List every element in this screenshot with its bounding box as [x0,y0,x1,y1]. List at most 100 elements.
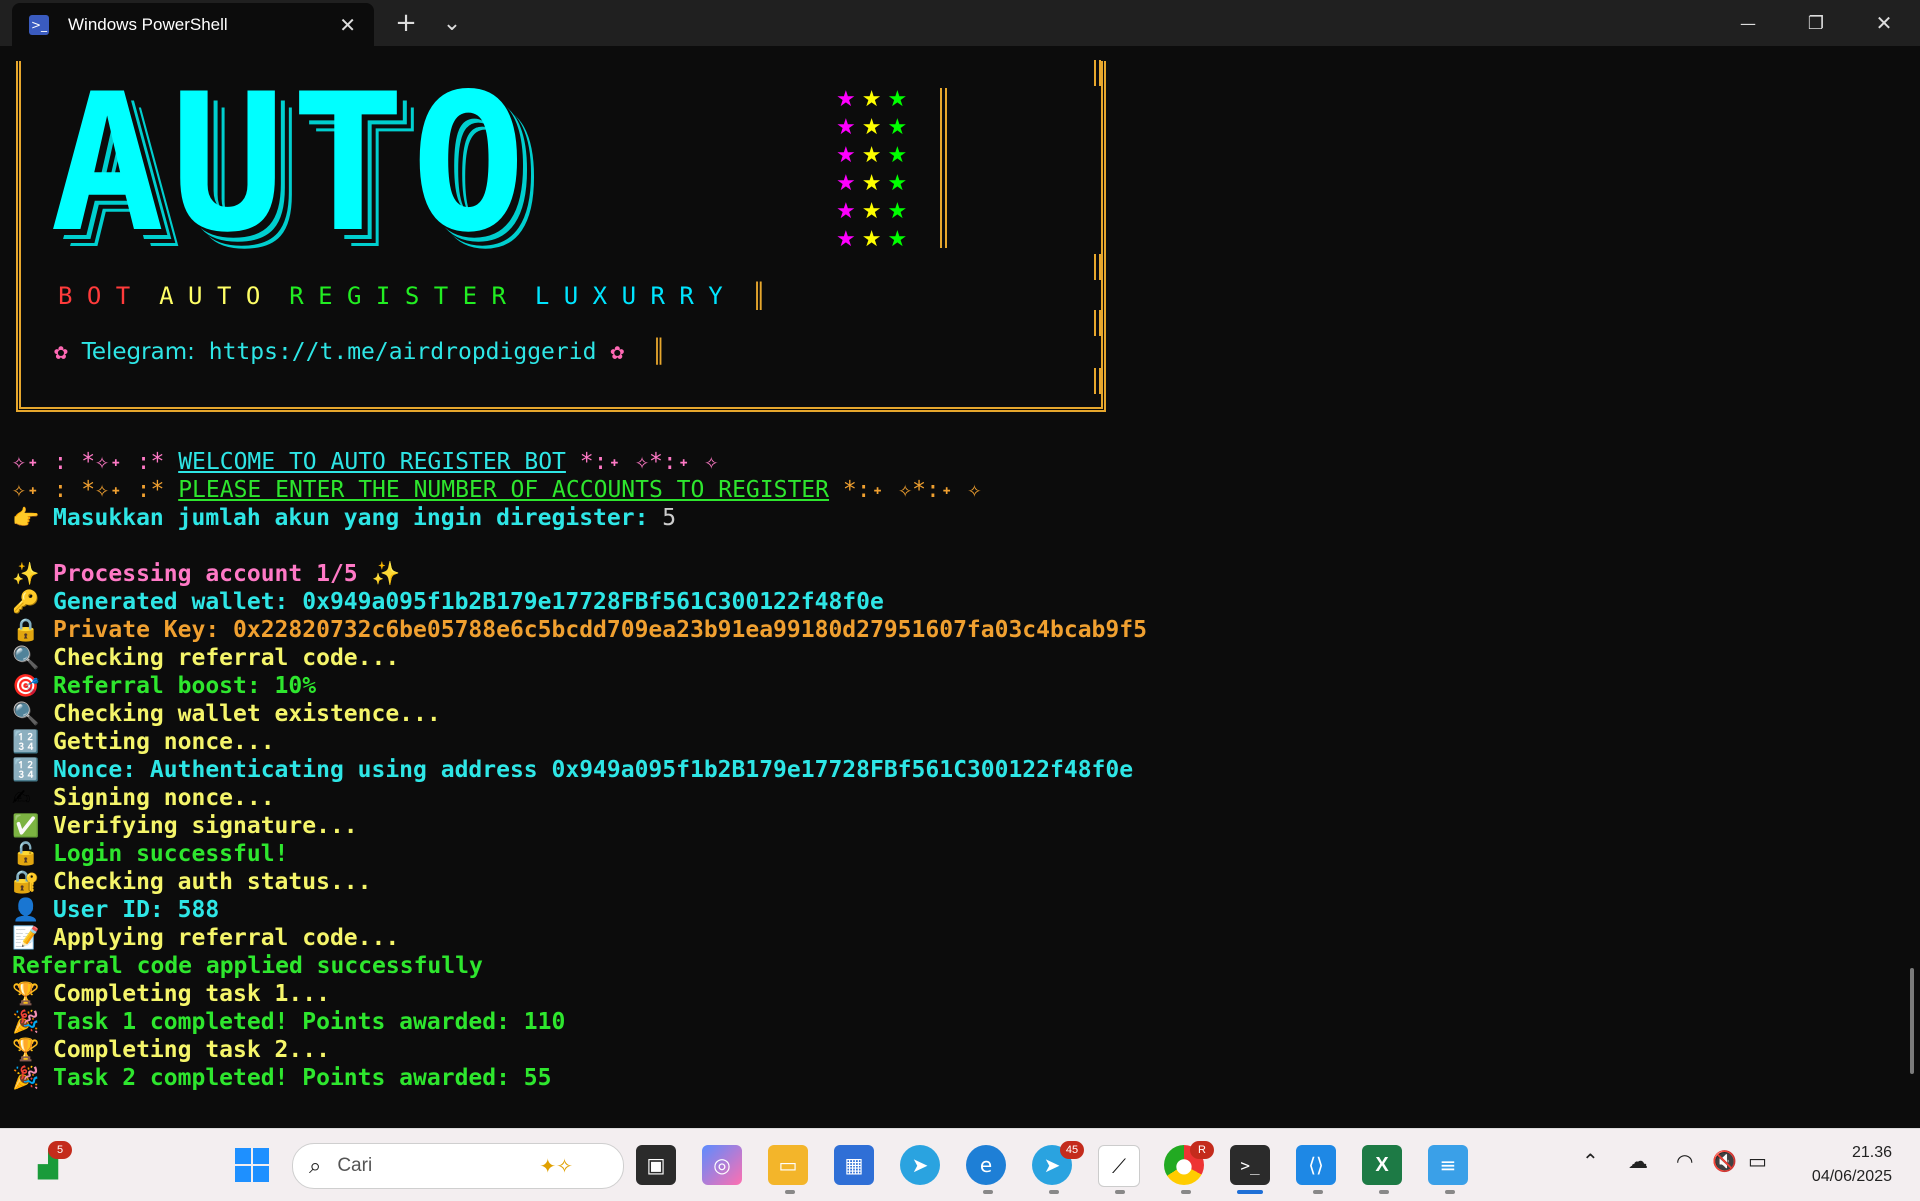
minimize-button[interactable]: — [1720,0,1776,46]
terminal-icon[interactable]: >_ [1230,1145,1270,1185]
excel-icon[interactable]: X [1362,1145,1402,1185]
banner-bar [1094,310,1101,336]
edge-icon[interactable]: e [966,1145,1006,1185]
task-view-icon[interactable]: ▣ [636,1145,676,1185]
store-icon[interactable]: ▦ [834,1145,874,1185]
clock-time: 21.36 [1851,1144,1892,1161]
copilot-sparkle-icon: ✦✧ [539,1154,573,1178]
new-tab-button[interactable]: + [386,0,426,46]
log-icon: 🎉 [12,1010,40,1035]
running-indicator [983,1190,993,1194]
star-row: ★★★ [836,86,913,114]
log-line: 🎯 Referral boost: 10% [12,672,316,700]
log-text: Applying referral code... [53,925,400,951]
star-icon: ★ [836,171,862,196]
star-icon: ★ [836,227,862,252]
log-text: Task 2 completed! Points awarded: 55 [53,1065,552,1091]
log-icon: ✨ [12,562,40,587]
log-icon: 🔓 [12,842,40,867]
log-line: Referral code applied successfully [12,952,483,980]
star-icon: ★ [887,115,914,140]
log-icon: 🔑 [12,590,40,615]
chevron-up-icon[interactable]: ⌃ [1582,1149,1599,1173]
log-text: Completing task 1... [53,981,330,1007]
widgets-badge: 5 [48,1141,72,1159]
log-line: 🔍 Checking referral code... [12,644,399,672]
tab-powershell[interactable]: >_ Windows PowerShell ✕ [12,3,374,46]
prompt-title-line: ✧˖ : *✧˖ :* PLEASE ENTER THE NUMBER OF A… [12,477,982,503]
log-line: ✅ Verifying signature... [12,812,358,840]
star-icon: ★ [861,199,888,224]
log-text: Completing task 2... [53,1037,330,1063]
banner-bar [1094,254,1101,280]
copilot-icon[interactable]: ◎ [702,1145,742,1185]
log-line: 🔓 Login successful! [12,840,288,868]
running-indicator [1115,1190,1125,1194]
log-text: User ID: 588 [53,897,220,923]
volume-muted-icon[interactable]: 🔇 [1712,1149,1737,1173]
log-line: 🏆 Completing task 1... [12,980,330,1008]
log-icon: 🎯 [12,674,40,699]
star-icon: ★ [836,87,862,112]
banner-telegram: ✿ Telegram: https://t.me/airdropdiggerid… [54,339,666,365]
log-text: Getting nonce... [53,729,275,755]
star-icon: ★ [887,87,914,112]
scrollbar-thumb[interactable] [1910,968,1914,1074]
file-explorer-icon[interactable]: ▭ [768,1145,808,1185]
pointing-hand-icon: 👉 [12,506,40,531]
log-line: 🎉 Task 2 completed! Points awarded: 55 [12,1064,552,1092]
log-icon: 🔒 [12,618,40,643]
running-indicator [785,1190,795,1194]
star-row: ★★★ [836,114,913,142]
clock[interactable]: 21.36 04/06/2025 [1812,1141,1892,1189]
clock-date: 04/06/2025 [1811,1168,1892,1185]
banner-bar [1094,368,1101,394]
close-window-button[interactable]: ✕ [1856,0,1912,46]
log-line: 🔐 Checking auth status... [12,868,372,896]
wifi-icon[interactable]: ◠ [1676,1149,1693,1173]
star-icon: ★ [836,143,862,168]
log-text: Referral boost: 10% [53,673,317,699]
battery-icon[interactable]: ▭ [1748,1149,1767,1173]
log-line: 🔢 Nonce: Authenticating using address 0x9… [12,756,1133,784]
log-text: Referral code applied successfully [12,953,483,979]
log-icon: ✅ [12,814,40,839]
search-box[interactable]: ⌕ ✦✧ [292,1143,624,1189]
search-input[interactable] [335,1154,540,1178]
terminal-output[interactable]: AUTO ★★★ ★★★ ★★★ ★★★ ★★★ ★★★ B O T A U T… [0,46,1920,1128]
star-icon: ★ [887,171,914,196]
prompt-answer: 5 [662,505,677,531]
log-icon: 🔢 [12,730,40,755]
app-icon[interactable]: ⟋ [1098,1145,1140,1187]
log-line: 🎉 Task 1 completed! Points awarded: 110 [12,1008,565,1036]
banner-bar [940,88,947,248]
telegram-badge: 45 [1060,1141,1084,1159]
telegram-icon[interactable]: ➤ [900,1145,940,1185]
log-line: 🔍 Checking wallet existence... [12,700,441,728]
log-icon: 🎉 [12,1066,40,1091]
ascii-art-title: AUTO [50,53,532,274]
start-icon[interactable] [232,1145,272,1185]
log-icon: ✍ [12,786,31,811]
onedrive-icon[interactable]: ☁ [1628,1149,1648,1173]
tab-dropdown-button[interactable]: ⌄ [432,0,472,46]
notepad-icon[interactable]: ≡ [1428,1145,1468,1185]
telegram-link[interactable]: https://t.me/airdropdiggerid [209,339,597,365]
star-icon: ★ [887,143,914,168]
taskbar: ▟ 5 ⌕ ✦✧ ▣ ◎ ▭ ▦ ➤ e ➤ 45 ⟋ ● R >_ ⟨⟩ X … [0,1128,1920,1201]
log-icon: 🔍 [12,702,40,727]
restore-button[interactable]: ❐ [1788,0,1844,46]
log-text: Private Key: 0x22820732c6be05788e6c5bcdd… [53,617,1147,643]
close-tab-icon[interactable]: ✕ [339,13,356,37]
star-icon: ★ [861,227,888,252]
flower-icon: ✿ [54,339,68,365]
banner-bar [1094,60,1101,86]
chrome-badge: R [1190,1141,1214,1159]
star-icon: ★ [861,143,888,168]
log-line: ✨ Processing account 1/5 ✨ [12,560,400,588]
log-text: Checking referral code... [53,645,400,671]
log-text: Signing nonce... [53,785,275,811]
prompt-question-line: 👉 Masukkan jumlah akun yang ingin diregis… [12,505,677,531]
vscode-icon[interactable]: ⟨⟩ [1296,1145,1336,1185]
powershell-icon: >_ [29,14,49,35]
